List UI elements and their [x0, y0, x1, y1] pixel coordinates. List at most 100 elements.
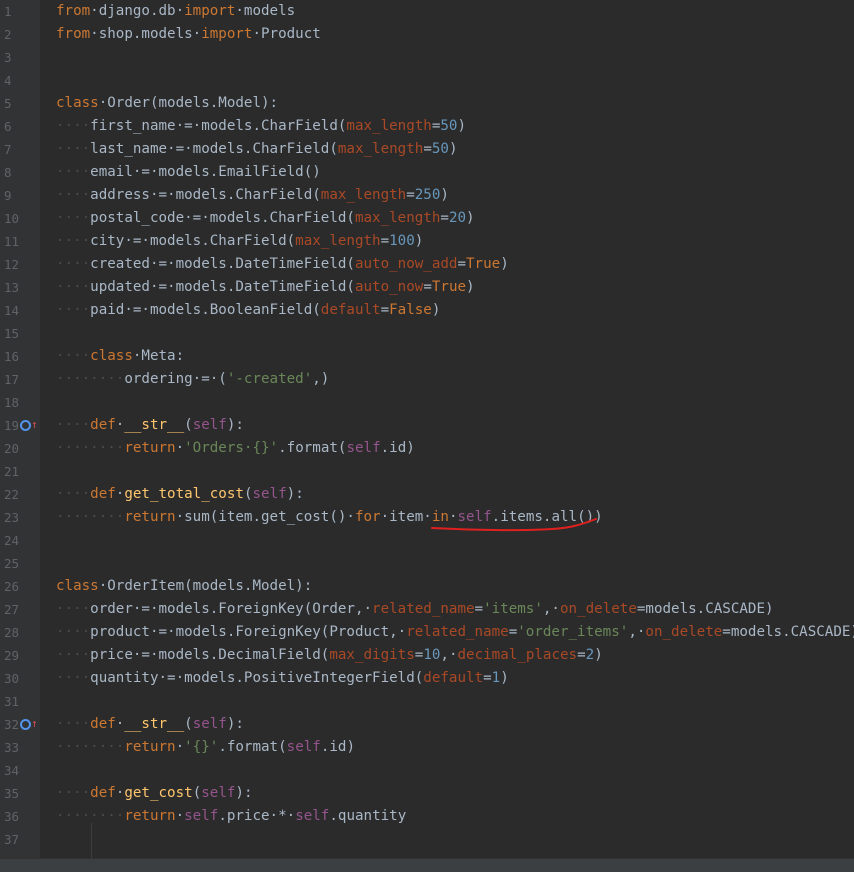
code-line[interactable]: 31 [0, 690, 854, 713]
code-line[interactable]: 25 [0, 552, 854, 575]
code-line[interactable]: 19 ····def·__str__(self): ↑ [0, 414, 854, 437]
code-token: = [380, 302, 390, 318]
code-line[interactable]: 6 ····first_name·=·models.CharField(max_l… [0, 115, 854, 138]
code-line[interactable]: 32 ····def·__str__(self): ↑ [0, 713, 854, 736]
whitespace-marker: ···· [56, 348, 91, 364]
code-line[interactable]: 9 ····address·=·models.CharField(max_leng… [0, 184, 854, 207]
code-text[interactable]: ········ordering·=·('-created',) [56, 368, 329, 391]
code-line[interactable]: 34 [0, 759, 854, 782]
code-line[interactable]: 26 class·OrderItem(models.Model): [0, 575, 854, 598]
code-text[interactable]: from·django.db·import·models [56, 0, 295, 23]
code-text[interactable]: ····city·=·models.CharField(max_length=1… [56, 230, 423, 253]
line-number: 3 [4, 50, 12, 65]
code-token: · [175, 739, 185, 755]
code-text[interactable]: ····created·=·models.DateTimeField(auto_… [56, 253, 509, 276]
code-token: ( [184, 716, 193, 732]
code-text[interactable]: ····def·get_cost(self): [56, 782, 253, 805]
code-line[interactable]: 28 ····product·=·models.ForeignKey(Produc… [0, 621, 854, 644]
code-text[interactable]: class·OrderItem(models.Model): [56, 575, 312, 598]
whitespace-marker: ········ [56, 808, 125, 824]
code-line[interactable]: 29 ····price·=·models.DecimalField(max_di… [0, 644, 854, 667]
code-line[interactable]: 13 ····updated·=·models.DateTimeField(aut… [0, 276, 854, 299]
whitespace-marker: ···· [56, 601, 91, 617]
code-text[interactable]: ····product·=·models.ForeignKey(Product,… [56, 621, 854, 644]
line-number: 14 [4, 303, 20, 318]
code-line[interactable]: 8 ····email·=·models.EmailField() [0, 161, 854, 184]
override-up-icon[interactable]: ↑ [20, 418, 38, 432]
code-text[interactable]: ········return·'{}'.format(self.id) [56, 736, 355, 759]
code-text[interactable]: class·Order(models.Model): [56, 92, 278, 115]
code-line[interactable]: 18 [0, 391, 854, 414]
code-line[interactable]: 20 ········return·'Orders·{}'.format(self… [0, 437, 854, 460]
code-token: quantity·=·models.PositiveIntegerField( [90, 670, 424, 686]
code-token: =models.CASCADE) [722, 624, 854, 640]
code-line[interactable]: 36 ········return·self.price·*·self.quant… [0, 805, 854, 828]
code-line[interactable]: 2 from·shop.models·import·Product [0, 23, 854, 46]
code-token: address·=·models.CharField( [90, 187, 321, 203]
code-token: False [389, 302, 432, 318]
code-line[interactable]: 23 ········return·sum(item.get_cost()·for… [0, 506, 854, 529]
code-editor[interactable]: 1 from·django.db·import·models 2 from·shop.… [0, 0, 854, 872]
code-token: self [295, 808, 330, 824]
code-text[interactable]: ····def·__str__(self): [56, 414, 244, 437]
code-text[interactable]: ····last_name·=·models.CharField(max_len… [56, 138, 458, 161]
code-line[interactable]: 35 ····def·get_cost(self): [0, 782, 854, 805]
code-line[interactable]: 4 [0, 69, 854, 92]
code-token: self [286, 739, 321, 755]
line-number: 20 [4, 441, 20, 456]
code-text[interactable]: ····class·Meta: [56, 345, 184, 368]
code-text[interactable]: ····def·__str__(self): [56, 713, 244, 736]
code-text[interactable]: ····paid·=·models.BooleanField(default=F… [56, 299, 440, 322]
code-line[interactable]: 27 ····order·=·models.ForeignKey(Order,·r… [0, 598, 854, 621]
code-line[interactable]: 37 [0, 828, 854, 851]
code-text[interactable]: ····order·=·models.ForeignKey(Order,·rel… [56, 598, 774, 621]
code-token: class [56, 95, 99, 111]
code-line[interactable]: 14 ····paid·=·models.BooleanField(default… [0, 299, 854, 322]
code-text[interactable]: ····first_name·=·models.CharField(max_le… [56, 115, 466, 138]
whitespace-marker: ···· [56, 141, 91, 157]
code-token: price·=·models.DecimalField( [90, 647, 330, 663]
code-token: ( [192, 785, 202, 801]
code-line[interactable]: 3 [0, 46, 854, 69]
code-line[interactable]: 15 [0, 322, 854, 345]
code-token: def [90, 417, 116, 433]
code-token: ·models [235, 3, 296, 19]
code-line[interactable]: 16 ····class·Meta: [0, 345, 854, 368]
code-text[interactable]: ····def·get_total_cost(self): [56, 483, 304, 506]
code-line[interactable]: 21 [0, 460, 854, 483]
line-number: 6 [4, 119, 12, 134]
line-number: 28 [4, 625, 20, 640]
code-text[interactable]: ····price·=·models.DecimalField(max_digi… [56, 644, 603, 667]
code-line[interactable]: 5 class·Order(models.Model): [0, 92, 854, 115]
code-token: = [423, 141, 432, 157]
code-text[interactable]: ····quantity·=·models.PositiveIntegerFie… [56, 667, 509, 690]
override-up-icon[interactable]: ↑ [20, 717, 38, 731]
code-line[interactable]: 11 ····city·=·models.CharField(max_length… [0, 230, 854, 253]
code-text[interactable]: ········return·'Orders·{}'.format(self.i… [56, 437, 415, 460]
code-token: ) [440, 187, 449, 203]
line-number: 37 [4, 832, 20, 847]
code-line[interactable]: 10 ····postal_code·=·models.CharField(max… [0, 207, 854, 230]
code-line[interactable]: 12 ····created·=·models.DateTimeField(aut… [0, 253, 854, 276]
code-line[interactable]: 30 ····quantity·=·models.PositiveIntegerF… [0, 667, 854, 690]
code-text[interactable]: ····updated·=·models.DateTimeField(auto_… [56, 276, 475, 299]
code-token: def [90, 785, 116, 801]
whitespace-marker: ········ [56, 509, 125, 525]
line-number: 16 [4, 349, 20, 364]
code-line[interactable]: 1 from·django.db·import·models [0, 0, 854, 23]
code-line[interactable]: 24 [0, 529, 854, 552]
code-line[interactable]: 22 ····def·get_total_cost(self): [0, 483, 854, 506]
code-token: first_name·=·models.CharField( [90, 118, 347, 134]
code-line[interactable]: 7 ····last_name·=·models.CharField(max_le… [0, 138, 854, 161]
line-number: 22 [4, 487, 20, 502]
code-text[interactable]: ····postal_code·=·models.CharField(max_l… [56, 207, 475, 230]
code-line[interactable]: 17 ········ordering·=·('-created',) [0, 368, 854, 391]
code-token: ,· [628, 624, 646, 640]
code-token: self [201, 785, 236, 801]
code-line[interactable]: 33 ········return·'{}'.format(self.id) [0, 736, 854, 759]
code-text[interactable]: ········return·self.price·*·self.quantit… [56, 805, 406, 828]
code-text[interactable]: ····address·=·models.CharField(max_lengt… [56, 184, 449, 207]
code-text[interactable]: ····email·=·models.EmailField() [56, 161, 321, 184]
code-token: created·=·models.DateTimeField( [90, 256, 355, 272]
code-text[interactable]: from·shop.models·import·Product [56, 23, 321, 46]
